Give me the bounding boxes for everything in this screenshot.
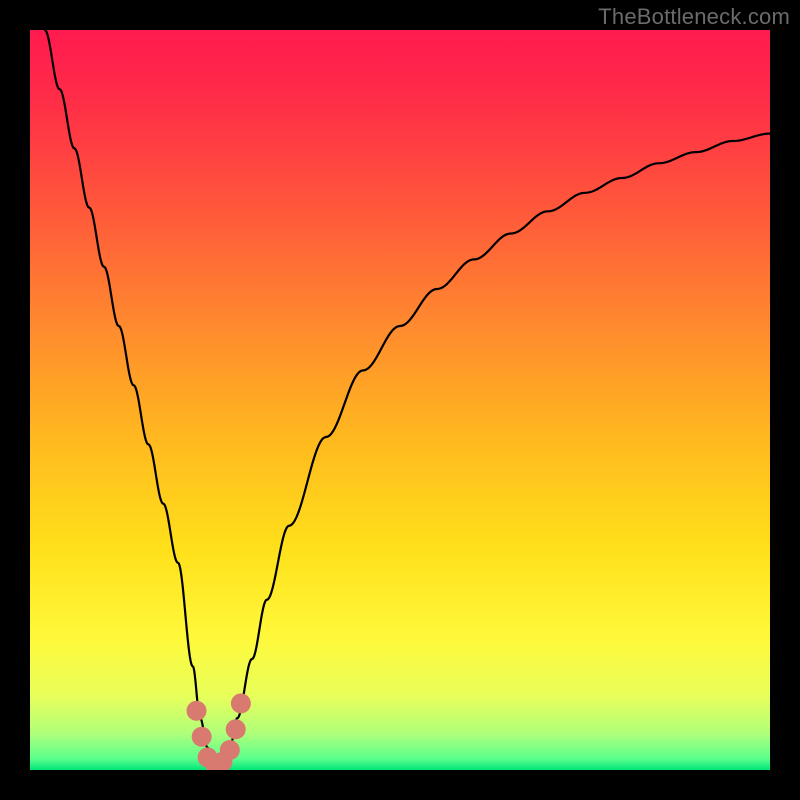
bottleneck-chart — [30, 30, 770, 770]
watermark-text: TheBottleneck.com — [598, 4, 790, 30]
marker-dot — [192, 727, 212, 747]
marker-dot — [226, 719, 246, 739]
plot-area — [30, 30, 770, 770]
marker-dot — [231, 693, 251, 713]
marker-dot — [187, 701, 207, 721]
chart-frame: TheBottleneck.com — [0, 0, 800, 800]
gradient-background — [30, 30, 770, 770]
marker-dot — [220, 740, 240, 760]
